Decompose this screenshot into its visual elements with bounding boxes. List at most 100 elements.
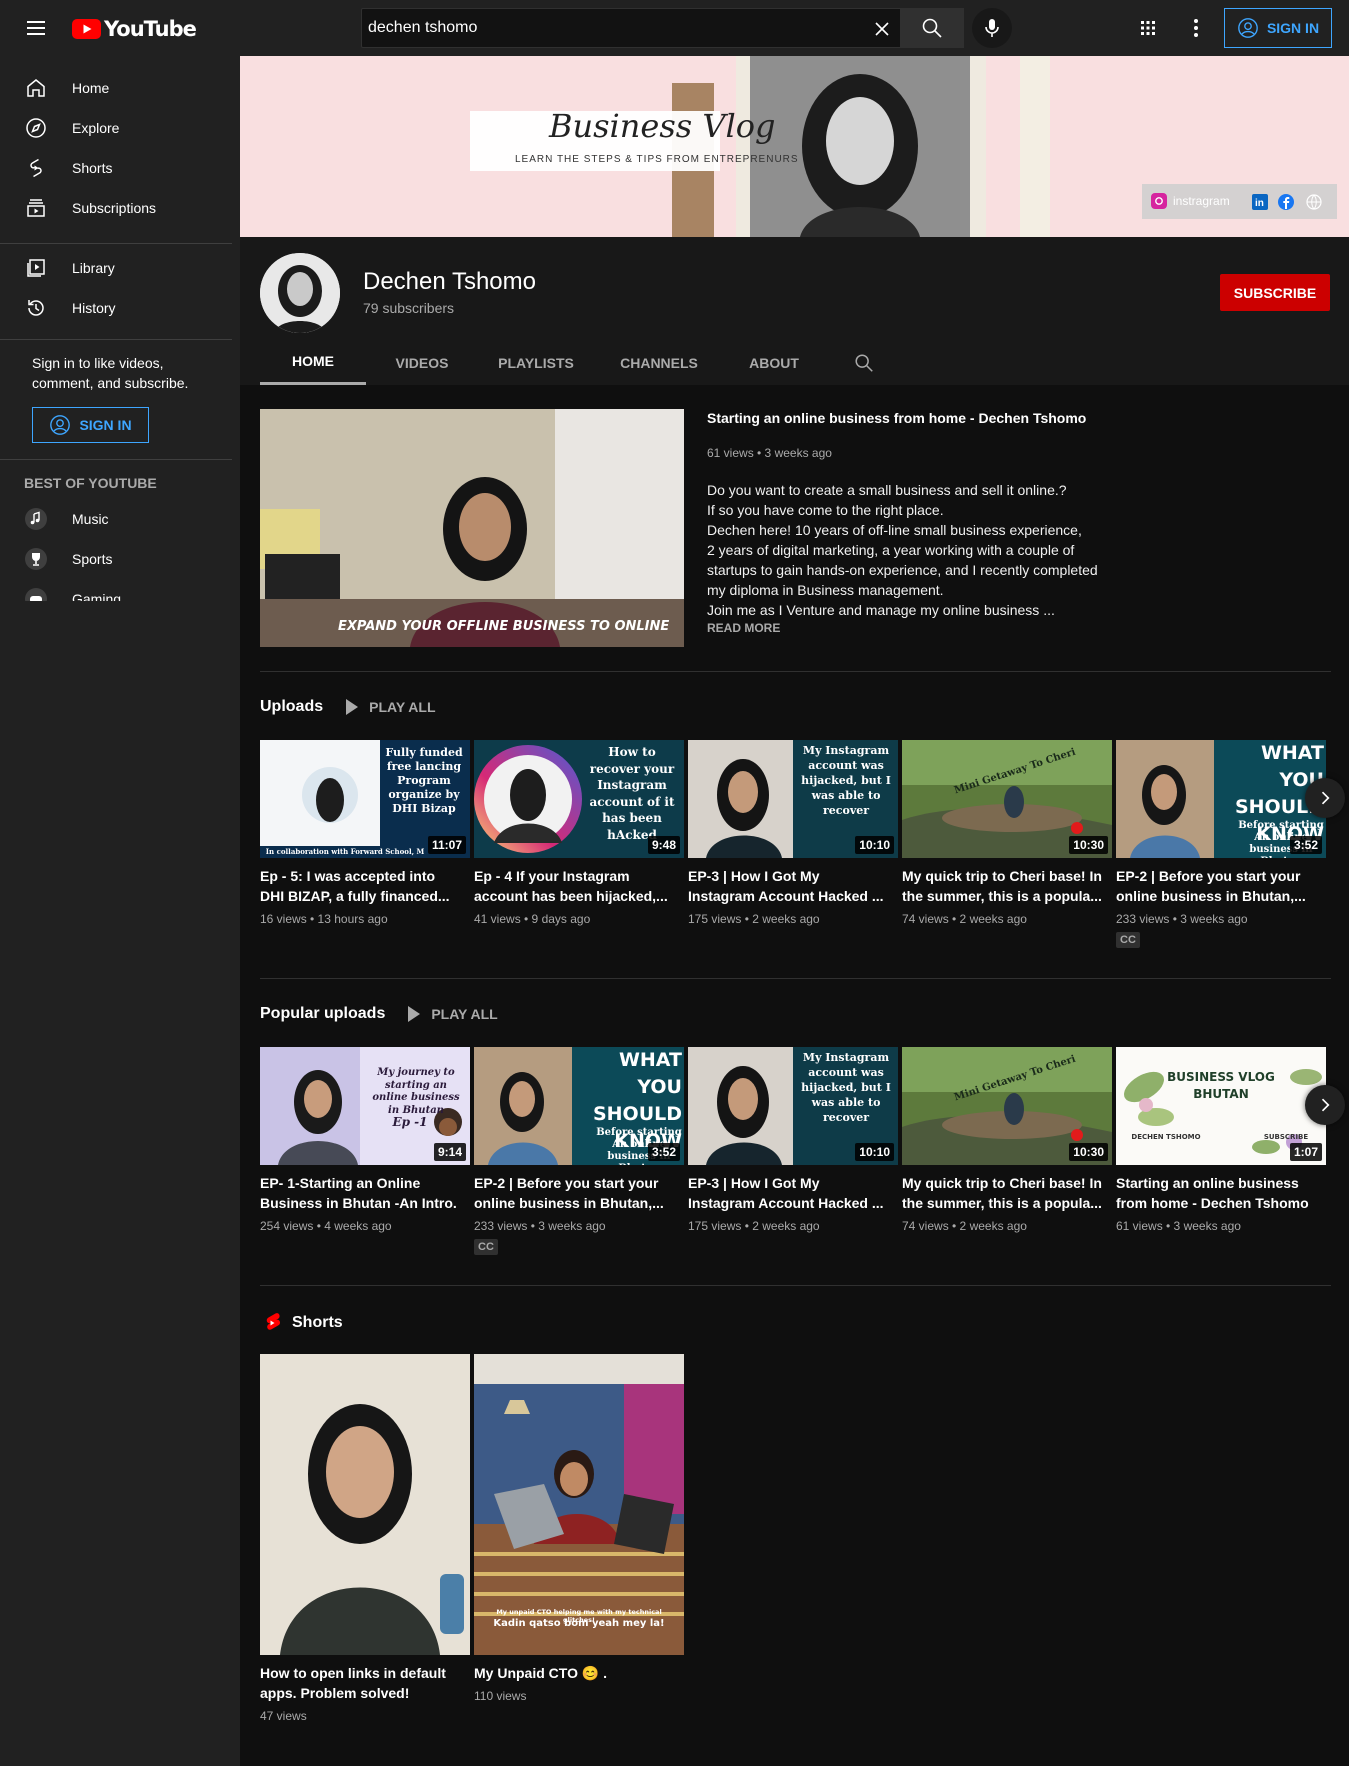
featured-thumb-caption: Expand your offline business to online bbox=[338, 619, 670, 634]
short-card[interactable]: How to open links in default apps. Probl… bbox=[260, 1354, 470, 1723]
video-thumbnail[interactable]: WHAT YOU SHOULD KNOW Before starting An … bbox=[474, 1047, 684, 1165]
video-title[interactable]: My quick trip to Cheri base! In the summ… bbox=[902, 1173, 1112, 1213]
video-meta: 233 views • 3 weeks ago bbox=[1116, 912, 1248, 926]
video-thumbnail[interactable]: WHAT YOU SHOULD KNOW Before starting An … bbox=[1116, 740, 1326, 858]
video-title[interactable]: EP-2 | Before you start your online busi… bbox=[474, 1173, 684, 1213]
tab-playlists[interactable]: PLAYLISTS bbox=[478, 340, 594, 385]
video-duration: 9:14 bbox=[433, 1143, 466, 1161]
shorts-title[interactable]: Shorts bbox=[292, 1314, 343, 1332]
video-title[interactable]: My quick trip to Cheri base! In the summ… bbox=[902, 866, 1112, 906]
short-title[interactable]: How to open links in default apps. Probl… bbox=[260, 1663, 470, 1703]
video-card[interactable]: My Instagram account was hijacked, but I… bbox=[688, 740, 898, 948]
video-card[interactable]: My Instagram account was hijacked, but I… bbox=[688, 1047, 898, 1255]
subscribe-button[interactable]: SUBSCRIBE bbox=[1220, 274, 1330, 311]
video-meta: 16 views • 13 hours ago bbox=[260, 912, 388, 926]
video-thumbnail[interactable]: How to recover your Instagram account of… bbox=[474, 740, 684, 858]
sidebar-sign-in-button[interactable]: SIGN IN bbox=[32, 407, 149, 443]
sign-in-prompt: Sign in to like videos, comment, and sub… bbox=[32, 355, 189, 391]
channel-search-icon[interactable] bbox=[824, 340, 904, 385]
voice-search-button[interactable] bbox=[972, 8, 1012, 48]
featured-video-title[interactable]: Starting an online business from home - … bbox=[707, 410, 1086, 426]
linkedin-icon[interactable]: in bbox=[1252, 194, 1268, 210]
sidebar-item-history[interactable]: History bbox=[0, 288, 240, 328]
short-thumbnail[interactable]: My unpaid CTO helping me with my technic… bbox=[474, 1354, 684, 1655]
play-icon bbox=[408, 1006, 421, 1022]
tab-videos[interactable]: VIDEOS bbox=[366, 340, 478, 385]
video-card[interactable]: My journey to starting an online busines… bbox=[260, 1047, 470, 1255]
short-card[interactable]: My unpaid CTO helping me with my technic… bbox=[474, 1354, 684, 1723]
instagram-icon bbox=[1151, 193, 1167, 209]
tab-home[interactable]: HOME bbox=[260, 340, 366, 385]
instagram-link[interactable]: instragram bbox=[1151, 193, 1230, 209]
video-title[interactable]: EP-3 | How I Got My Instagram Account Ha… bbox=[688, 866, 898, 906]
video-thumbnail[interactable]: BUSINESS VLOG BHUTAN DECHEN TSHOMO SUBSC… bbox=[1116, 1047, 1326, 1165]
video-duration: 3:52 bbox=[1289, 836, 1322, 854]
thumbnail-left-text: DECHEN TSHOMO bbox=[1131, 1133, 1201, 1141]
sidebar-item-explore[interactable]: Explore bbox=[0, 108, 240, 148]
sidebar-item-gaming[interactable]: Gaming bbox=[0, 579, 240, 601]
video-thumbnail[interactable]: My journey to starting an online busines… bbox=[260, 1047, 470, 1165]
sidebar-background bbox=[0, 601, 240, 1766]
sidebar-item-label: History bbox=[72, 300, 116, 316]
channel-header: Dechen Tshomo 79 subscribers SUBSCRIBE H… bbox=[240, 237, 1349, 385]
video-thumbnail[interactable]: Mini Getaway To Cheri 10:30 bbox=[902, 1047, 1112, 1165]
apps-grid-icon[interactable] bbox=[1136, 16, 1160, 40]
facebook-icon[interactable] bbox=[1278, 194, 1294, 210]
featured-thumbnail-image bbox=[260, 409, 684, 647]
short-views: 47 views bbox=[260, 1709, 307, 1723]
gaming-icon bbox=[25, 588, 47, 601]
video-thumbnail[interactable]: My Instagram account was hijacked, but I… bbox=[688, 1047, 898, 1165]
sidebar-item-library[interactable]: Library bbox=[0, 248, 240, 288]
video-title[interactable]: Ep - 4 If your Instagram account has bee… bbox=[474, 866, 684, 906]
search-button[interactable] bbox=[900, 8, 964, 48]
search-input[interactable] bbox=[368, 9, 848, 47]
website-globe-icon[interactable] bbox=[1306, 194, 1322, 210]
sidebar-item-music[interactable]: Music bbox=[0, 499, 240, 539]
sidebar-item-sports[interactable]: Sports bbox=[0, 539, 240, 579]
video-card[interactable]: How to recover your Instagram account of… bbox=[474, 740, 684, 948]
uploads-title[interactable]: Uploads bbox=[260, 698, 323, 716]
sidebar-item-home[interactable]: Home bbox=[0, 68, 240, 108]
video-title[interactable]: Starting an online business from home - … bbox=[1116, 1173, 1326, 1213]
popular-next-arrow-icon[interactable] bbox=[1305, 1085, 1345, 1125]
tab-channels[interactable]: CHANNELS bbox=[594, 340, 724, 385]
short-caption: Kadin qatso bom yeah mey la! bbox=[493, 1618, 665, 1629]
video-meta: 41 views • 9 days ago bbox=[474, 912, 591, 926]
shorts-row: How to open links in default apps. Probl… bbox=[260, 1354, 684, 1723]
video-thumbnail[interactable]: My Instagram account was hijacked, but I… bbox=[688, 740, 898, 858]
short-thumbnail-image bbox=[260, 1354, 470, 1655]
video-card[interactable]: Mini Getaway To Cheri 10:30 My quick tri… bbox=[902, 1047, 1112, 1255]
video-card[interactable]: WHAT YOU SHOULD KNOW Before starting An … bbox=[1116, 740, 1326, 948]
sign-in-button[interactable]: SIGN IN bbox=[1224, 8, 1332, 48]
hamburger-menu-icon[interactable] bbox=[24, 16, 48, 40]
read-more-link[interactable]: READ MORE bbox=[707, 621, 780, 635]
sidebar-item-subscriptions[interactable]: Subscriptions bbox=[0, 188, 240, 228]
subscriber-count: 79 subscribers bbox=[363, 300, 455, 316]
clear-search-icon[interactable] bbox=[870, 17, 894, 41]
short-thumbnail[interactable] bbox=[260, 1354, 470, 1655]
uploads-next-arrow-icon[interactable] bbox=[1305, 778, 1345, 818]
video-title[interactable]: EP-3 | How I Got My Instagram Account Ha… bbox=[688, 1173, 898, 1213]
sidebar-item-shorts[interactable]: Shorts bbox=[0, 148, 240, 188]
short-views: 110 views bbox=[474, 1689, 527, 1703]
uploads-play-all-button[interactable]: PLAY ALL bbox=[345, 698, 436, 716]
video-card[interactable]: Fully funded free lancing Program organi… bbox=[260, 740, 470, 948]
video-title[interactable]: Ep - 5: I was accepted into DHI BIZAP, a… bbox=[260, 866, 470, 906]
video-thumbnail[interactable]: Fully funded free lancing Program organi… bbox=[260, 740, 470, 858]
more-options-icon[interactable] bbox=[1184, 16, 1208, 40]
tab-about[interactable]: ABOUT bbox=[724, 340, 824, 385]
video-card[interactable]: WHAT YOU SHOULD KNOW Before starting An … bbox=[474, 1047, 684, 1255]
channel-avatar[interactable] bbox=[260, 253, 340, 333]
video-duration: 10:30 bbox=[1069, 1143, 1108, 1161]
video-title[interactable]: EP-2 | Before you start your online busi… bbox=[1116, 866, 1326, 906]
thumbnail-text: Fully funded free lancing Program organi… bbox=[385, 746, 463, 815]
channel-tabs: HOME VIDEOS PLAYLISTS CHANNELS ABOUT bbox=[260, 340, 904, 385]
featured-video-player[interactable]: Expand your offline business to online bbox=[260, 409, 684, 647]
video-thumbnail[interactable]: Mini Getaway To Cheri 10:30 bbox=[902, 740, 1112, 858]
video-title[interactable]: EP- 1-Starting an Online Business in Bhu… bbox=[260, 1173, 470, 1213]
video-card[interactable]: BUSINESS VLOG BHUTAN DECHEN TSHOMO SUBSC… bbox=[1116, 1047, 1326, 1255]
video-card[interactable]: Mini Getaway To Cheri 10:30 My quick tri… bbox=[902, 740, 1112, 948]
popular-play-all-button[interactable]: PLAY ALL bbox=[407, 1005, 498, 1023]
youtube-logo[interactable]: YouTube bbox=[72, 17, 197, 41]
popular-uploads-title[interactable]: Popular uploads bbox=[260, 1005, 385, 1023]
